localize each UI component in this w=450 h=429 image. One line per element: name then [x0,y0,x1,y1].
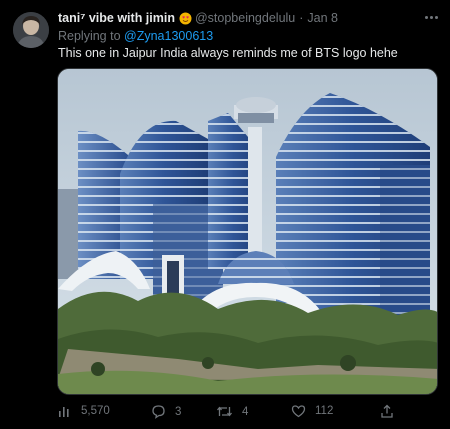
share-upload-icon [381,404,393,418]
tweet-date[interactable]: Jan 8 [307,11,338,25]
display-name[interactable]: tani⁷ vibe with jimin [58,11,175,25]
heart-icon [291,405,306,418]
share-action[interactable] [380,404,394,419]
replying-to-link[interactable]: @Zyna1300613 [124,29,213,43]
tweet-card[interactable]: tani⁷ vibe with jimin @stopbeingdelulu ·… [0,0,450,429]
replying-prefix: Replying to [58,29,121,43]
like-count: 112 [315,405,334,417]
views-count: 5,570 [81,405,110,417]
separator-dot: · [299,11,304,25]
heart-face-emoji-icon [179,12,192,25]
like-action[interactable]: 112 [291,404,333,418]
replying-to-line: Replying to @Zyna1300613 [58,29,213,43]
avatar-image [13,12,49,48]
views-chart-icon [59,407,69,417]
tweet-photo[interactable] [57,68,438,395]
tweet-actions: 5,570 3 4 112 [58,404,438,422]
reply-action[interactable]: 3 [151,404,181,419]
avatar[interactable] [13,12,49,48]
user-handle[interactable]: @stopbeingdelulu [195,11,295,25]
building-photo [58,69,437,394]
retweet-action[interactable]: 4 [216,404,248,419]
retweet-icon [217,406,232,417]
more-options-icon[interactable] [420,9,442,25]
reply-count: 3 [175,405,182,418]
tweet-header: tani⁷ vibe with jimin @stopbeingdelulu ·… [58,11,338,25]
reply-bubble-icon [152,405,165,419]
views-action[interactable]: 5,570 [58,404,110,418]
retweet-count: 4 [242,405,249,418]
tweet-text: This one in Jaipur India always reminds … [58,46,398,60]
